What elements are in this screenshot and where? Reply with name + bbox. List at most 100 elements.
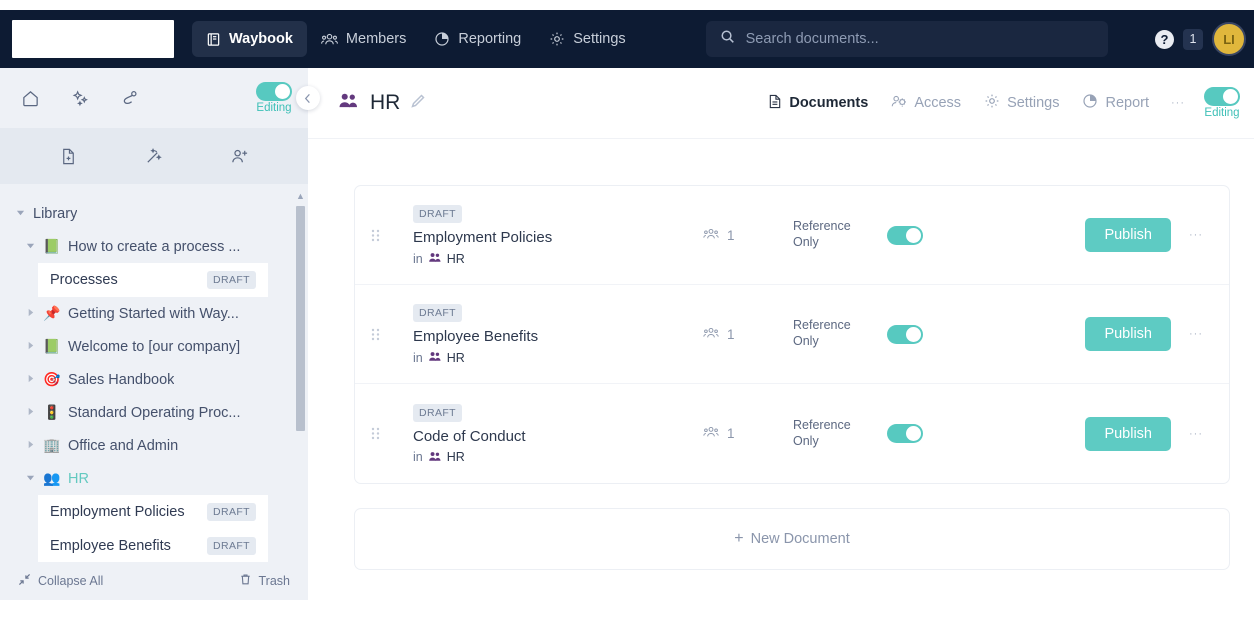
document-member-count: 1 (703, 425, 793, 442)
sidebar-scrollbar[interactable]: ▲ (296, 192, 305, 554)
tab-report[interactable]: Report (1073, 87, 1158, 119)
in-label: in (413, 251, 423, 266)
nav-item-waybook[interactable]: Waybook (192, 21, 307, 57)
tab-access[interactable]: Access (882, 88, 970, 119)
search-input[interactable] (745, 31, 1094, 47)
tree-item-library[interactable]: Library (0, 197, 292, 230)
document-icon (768, 94, 782, 113)
trash-label: Trash (258, 574, 291, 588)
nav-item-members[interactable]: Members (307, 21, 420, 57)
notification-badge[interactable]: 1 (1183, 28, 1203, 50)
collapse-all-button[interactable]: Collapse All (18, 573, 103, 589)
tabs-overflow-button[interactable]: ··· (1163, 97, 1193, 109)
document-title[interactable]: Code of Conduct (413, 428, 703, 445)
document-title[interactable]: Employee Benefits (413, 328, 703, 345)
group-icon (428, 450, 442, 465)
publish-button[interactable]: Publish (1085, 416, 1171, 451)
chevron-right-icon[interactable] (24, 407, 36, 418)
tab-documents[interactable]: Documents (759, 88, 877, 119)
sidebar-editing-toggle[interactable]: Editing (256, 82, 292, 114)
tree-item-hr[interactable]: 👥 HR (0, 462, 292, 495)
share-icon[interactable] (116, 84, 144, 112)
tree-document-item[interactable]: Employment Policies DRAFT (38, 495, 268, 529)
plus-icon: + (734, 530, 744, 547)
tree-item-icon: 📗 (43, 338, 61, 354)
tree-item-standard-operating-proc[interactable]: 🚦 Standard Operating Proc... (0, 396, 292, 429)
add-user-icon[interactable] (225, 142, 253, 170)
row-overflow-button[interactable]: ··· (1181, 328, 1211, 340)
chevron-right-icon[interactable] (24, 440, 36, 451)
document-member-count: 1 (703, 326, 793, 343)
tree-item-how-to-create-a-process[interactable]: 📗 How to create a process ... (0, 230, 292, 263)
tree-item-icon: 🚦 (43, 404, 61, 420)
group-icon (338, 92, 359, 115)
group-name[interactable]: HR (447, 450, 465, 464)
trash-button[interactable]: Trash (239, 573, 291, 589)
toggle-switch[interactable] (887, 424, 923, 443)
reference-only-label: Reference Only (793, 219, 851, 249)
group-name[interactable]: HR (447, 252, 465, 266)
publish-button[interactable]: Publish (1085, 218, 1171, 252)
toggle-switch[interactable] (1204, 87, 1240, 106)
sidebar-toolbar-primary: Editing (0, 68, 320, 128)
new-document-icon[interactable] (55, 142, 83, 170)
magic-wand-icon[interactable] (140, 142, 168, 170)
document-row[interactable]: DRAFT Employee Benefits in HR 1 Reference Onl… (355, 285, 1229, 384)
tree-document-item[interactable]: Processes DRAFT (38, 263, 268, 297)
search-box[interactable] (705, 21, 1108, 57)
main-editing-toggle[interactable]: Editing (1204, 87, 1240, 119)
toggle-switch[interactable] (887, 225, 923, 245)
chevron-down-icon[interactable] (14, 208, 26, 219)
tree-scroll-content: Library 📗 How to create a process ... Proce… (0, 197, 308, 562)
document-location: in HR (413, 251, 703, 266)
tree-item-sales-handbook[interactable]: 🎯 Sales Handbook (0, 363, 292, 396)
home-icon[interactable] (16, 84, 44, 112)
reference-only-toggle[interactable] (887, 424, 923, 443)
tree-item-label: Employee Benefits (50, 538, 171, 554)
document-row[interactable]: DRAFT Code of Conduct in HR 1 Reference Only P… (355, 384, 1229, 483)
sparkles-icon[interactable] (66, 84, 94, 112)
chevron-down-icon[interactable] (24, 473, 36, 484)
new-document-button[interactable]: + New Document (354, 508, 1230, 570)
sidebar-collapse-button[interactable] (296, 86, 320, 110)
chevron-right-icon[interactable] (24, 308, 36, 319)
row-overflow-button[interactable]: ··· (1181, 229, 1211, 241)
chevron-right-icon[interactable] (24, 341, 36, 352)
drag-handle-icon[interactable] (371, 328, 387, 341)
tree-item-welcome-to-our-company[interactable]: 📗 Welcome to [our company] (0, 330, 292, 363)
help-icon[interactable]: ? (1155, 29, 1174, 49)
publish-button[interactable]: Publish (1085, 317, 1171, 351)
tree-document-item[interactable]: Employee Benefits DRAFT (38, 529, 268, 562)
tree-item-label: HR (68, 470, 89, 487)
chevron-right-icon[interactable] (24, 374, 36, 385)
document-info: DRAFT Code of Conduct in HR (413, 403, 703, 465)
pencil-icon[interactable] (410, 93, 426, 113)
avatar[interactable]: LI (1212, 22, 1246, 56)
row-overflow-button[interactable]: ··· (1181, 428, 1211, 440)
book-icon (206, 32, 221, 47)
editing-label: Editing (1204, 107, 1240, 119)
tree-item-label: Processes (50, 272, 118, 288)
status-badge: DRAFT (413, 403, 462, 422)
tree-item-office-and-admin[interactable]: 🏢 Office and Admin (0, 429, 292, 462)
tree-item-label: Office and Admin (68, 437, 179, 454)
in-label: in (413, 350, 423, 365)
toggle-switch[interactable] (887, 324, 923, 344)
chevron-down-icon[interactable] (24, 241, 36, 252)
drag-handle-icon[interactable] (371, 229, 387, 242)
reference-only-toggle[interactable] (887, 324, 923, 344)
tree-item-label: Library (33, 205, 78, 222)
reference-only-toggle[interactable] (887, 225, 923, 245)
nav-item-settings[interactable]: Settings (535, 21, 639, 57)
nav-item-reporting[interactable]: Reporting (420, 21, 535, 57)
group-name[interactable]: HR (447, 351, 465, 365)
tree-item-getting-started-with-way[interactable]: 📌 Getting Started with Way... (0, 297, 292, 330)
toggle-switch[interactable] (256, 82, 292, 101)
company-logo[interactable] (12, 20, 174, 58)
scrollbar-thumb[interactable] (296, 206, 305, 431)
scroll-up-arrow[interactable]: ▲ (296, 192, 305, 201)
document-title[interactable]: Employment Policies (413, 229, 703, 246)
document-row[interactable]: DRAFT Employment Policies in HR 1 Reference O… (355, 186, 1229, 285)
drag-handle-icon[interactable] (371, 427, 387, 440)
tab-settings[interactable]: Settings (975, 87, 1068, 119)
